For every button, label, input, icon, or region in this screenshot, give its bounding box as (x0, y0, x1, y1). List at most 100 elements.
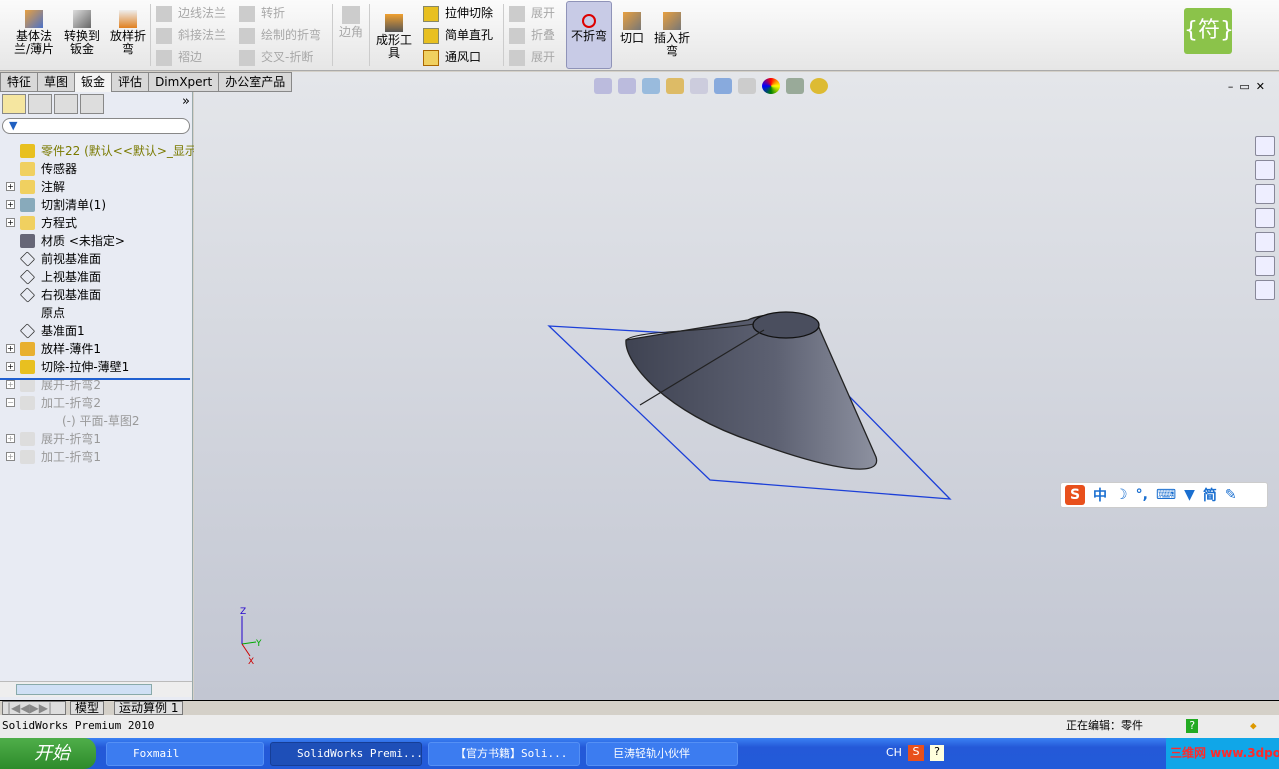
graphics-viewport[interactable]: –▭✕ Z Y X S 中 ☽ °, ⌨ ▼ 简 ✎ (194, 72, 1279, 700)
fold-button[interactable]: 折叠 (509, 26, 555, 44)
miter-flange-icon (156, 27, 172, 44)
ime-toolbar[interactable]: S 中 ☽ °, ⌨ ▼ 简 ✎ (1060, 482, 1268, 508)
tab-dimxpert[interactable]: DimXpert (148, 72, 220, 92)
status-app: SolidWorks Premium 2010 (2, 719, 155, 732)
tree-item-label: 注解 (41, 180, 66, 194)
forming-tool-button[interactable]: 成形工具 (374, 14, 414, 60)
expand-icon[interactable]: + (6, 452, 15, 461)
task-chat[interactable]: 巨涛轻轨小伙伴 (586, 742, 738, 766)
tab-sheet-metal[interactable]: 钣金 (74, 72, 113, 92)
collapse-icon[interactable]: − (6, 398, 15, 407)
loft-icon (20, 342, 35, 356)
expand-icon[interactable]: + (6, 434, 15, 443)
expand-icon[interactable]: + (6, 218, 15, 227)
task-foxmail[interactable]: Foxmail (106, 742, 264, 766)
vent-button[interactable]: 通风口 (423, 48, 481, 66)
base-flange-button[interactable]: 基体法兰/薄片 (10, 10, 58, 56)
edge-flange-button[interactable]: 边线法兰 (156, 4, 226, 22)
expand-chevron-icon[interactable]: » (182, 94, 190, 114)
tab-evaluate[interactable]: 评估 (111, 72, 150, 92)
material-icon (20, 234, 35, 248)
appearances-icon[interactable] (1255, 256, 1275, 276)
sogou-tray-icon[interactable]: S (908, 745, 924, 761)
extruded-cut-button[interactable]: 拉伸切除 (423, 4, 493, 22)
process-bend-icon (20, 450, 35, 464)
expand-icon[interactable]: + (6, 380, 15, 389)
expand-icon[interactable]: + (6, 362, 15, 371)
rip-button[interactable]: 切口 (617, 12, 647, 45)
corner-button[interactable]: 边角 (336, 6, 366, 39)
tree-item-label: 传感器 (41, 162, 78, 176)
base-flange-icon (25, 10, 43, 28)
view-palette-icon[interactable] (1255, 232, 1275, 252)
unfold-icon (20, 378, 35, 392)
miter-flange-button[interactable]: 斜接法兰 (156, 26, 226, 44)
plane-icon (19, 269, 36, 285)
moon-icon[interactable]: ☽ (1115, 487, 1128, 503)
jog-button[interactable]: 转折 (239, 4, 285, 22)
sketched-bend-button[interactable]: 绘制的折弯 (239, 26, 321, 44)
no-bends-button[interactable]: 不折弯 (566, 1, 612, 69)
tab-sketch[interactable]: 草图 (37, 72, 76, 92)
plane-icon (19, 287, 36, 303)
triad-z-label: Z (240, 607, 246, 617)
rollback-bar[interactable] (0, 378, 190, 380)
tree-filter-input[interactable]: ▼ (2, 118, 190, 134)
configuration-manager-tab[interactable] (54, 94, 78, 114)
language-indicator[interactable]: CH (886, 746, 902, 759)
hem-icon (156, 49, 172, 66)
skin-icon[interactable]: ▼ (1184, 487, 1195, 503)
property-manager-tab[interactable] (28, 94, 52, 114)
tree-item-label: 展开-折弯1 (41, 432, 101, 446)
annotation-icon (20, 180, 35, 194)
cross-break-button[interactable]: 交叉-折断 (239, 48, 313, 66)
tab-model[interactable]: 模型 (70, 701, 105, 715)
ime-chinese-mode[interactable]: 中 (1093, 485, 1107, 505)
convert-to-sheet-metal-button[interactable]: 转换到钣金 (60, 10, 104, 56)
feature-manager-tab[interactable] (2, 94, 26, 114)
task-solidworks[interactable]: SolidWorks Premi... (270, 742, 422, 766)
unfold-button[interactable]: 展开 (509, 4, 555, 22)
edge-flange-icon (156, 5, 172, 22)
tree-item-label: 加工-折弯1 (41, 450, 101, 464)
expand-icon[interactable]: + (6, 182, 15, 191)
search-icon[interactable] (1255, 208, 1275, 228)
task-browser[interactable]: 【官方书籍】Soli... (428, 742, 580, 766)
insert-bends-icon (663, 12, 681, 30)
expand-icon[interactable]: + (6, 344, 15, 353)
tab-scroll-arrows[interactable]: |◀◀▶▶| (2, 701, 66, 715)
tree-item-label: 原点 (41, 306, 66, 320)
horizontal-scrollbar[interactable] (0, 681, 192, 697)
dimxpert-manager-tab[interactable] (80, 94, 104, 114)
tag-icon[interactable]: ◆ (1250, 715, 1257, 737)
tab-office-products[interactable]: 办公室产品 (218, 72, 293, 92)
custom-properties-icon[interactable] (1255, 280, 1275, 300)
solidworks-resources-icon[interactable] (1255, 136, 1275, 156)
origin-icon (20, 306, 35, 320)
design-library-icon[interactable] (1255, 160, 1275, 180)
tree-item-label: 上视基准面 (41, 270, 102, 284)
wrench-icon[interactable]: ✎ (1225, 487, 1237, 503)
keyboard-icon[interactable]: ⌨ (1156, 487, 1176, 503)
help-icon[interactable]: ? (1186, 719, 1198, 733)
bottom-tabs: |◀◀▶▶| 模型 运动算例 1 (0, 700, 1279, 715)
equation-icon (20, 216, 35, 230)
expand-icon[interactable]: + (6, 200, 15, 209)
punctuation-icon[interactable]: °, (1136, 487, 1148, 503)
help-tray-icon[interactable]: ? (930, 745, 944, 761)
triad-y-label: Y (255, 639, 262, 649)
simple-hole-button[interactable]: 简单直孔 (423, 26, 493, 44)
tab-features[interactable]: 特征 (0, 72, 39, 92)
file-explorer-icon[interactable] (1255, 184, 1275, 204)
hem-button[interactable]: 褶边 (156, 48, 202, 66)
triad: Z Y X (240, 607, 262, 667)
insert-bends-button[interactable]: 插入折弯 (650, 12, 694, 58)
tree-item-label: 材质 <未指定> (41, 234, 125, 248)
flatten-icon (509, 49, 525, 66)
ime-simplified[interactable]: 简 (1203, 485, 1217, 505)
lofted-bend-button[interactable]: 放样折弯 (106, 10, 150, 56)
flatten-button[interactable]: 展开 (509, 48, 555, 66)
triad-x-label: X (248, 657, 254, 667)
tab-motion-study[interactable]: 运动算例 1 (114, 701, 184, 715)
start-button[interactable]: 开始 (0, 738, 96, 769)
